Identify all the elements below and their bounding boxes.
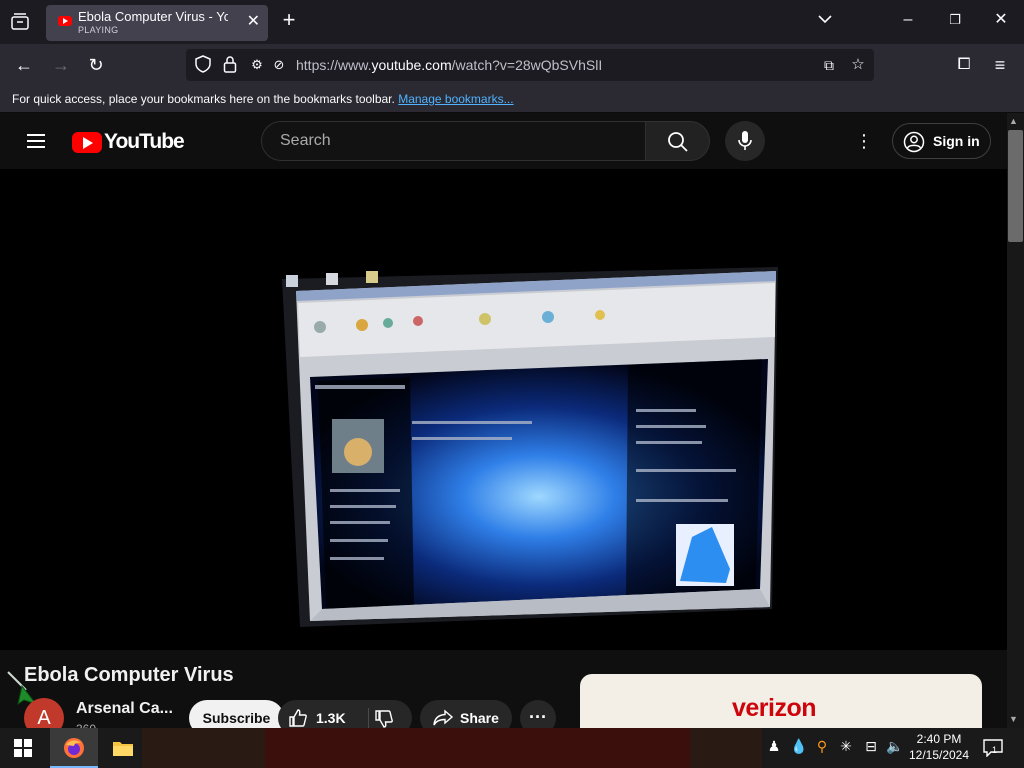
volume-icon[interactable]: 🔈 (885, 738, 905, 755)
clock-time: 2:40 PM (916, 732, 962, 746)
navigation-toolbar: ← → ↻ ⚙ ⊘ https://www.youtube.com/watch?… (0, 44, 1024, 86)
tracking-shield-icon[interactable] (192, 55, 214, 79)
ad-brand-logo: verizon (732, 694, 817, 722)
settings-kebab-icon[interactable]: ⋮ (854, 131, 874, 151)
tray-search-icon[interactable]: ⚲ (812, 738, 832, 755)
voice-search-button[interactable] (725, 121, 765, 161)
close-window-button[interactable]: ✕ (986, 10, 1016, 30)
scrollbar-thumb[interactable] (1008, 130, 1023, 242)
sign-in-label: Sign in (933, 133, 980, 149)
taskbar-wallpaper-center (265, 728, 690, 768)
permissions-icon[interactable]: ⚙ (246, 55, 268, 75)
picture-in-picture-icon[interactable]: ⧉ (818, 55, 840, 75)
tray-droplet-icon[interactable]: 💧 (789, 738, 809, 755)
tray-app-icon[interactable]: ♟ (764, 738, 784, 755)
microphone-icon (738, 131, 752, 150)
forward-arrow-icon[interactable]: → (48, 53, 74, 77)
file-explorer-icon[interactable] (112, 738, 134, 763)
like-separator (368, 708, 369, 728)
clock-date: 12/15/2024 (908, 748, 970, 762)
minimize-button[interactable]: – (893, 10, 923, 30)
taskbar-clock[interactable]: 2:40 PM 12/15/2024 (906, 731, 972, 763)
tab-close-icon[interactable]: ✕ (247, 13, 260, 31)
reload-icon[interactable]: ↻ (83, 53, 109, 77)
sign-in-button[interactable]: Sign in (892, 123, 991, 159)
bookmarks-toolbar: For quick access, place your bookmarks h… (0, 86, 1024, 113)
list-all-tabs-chevron-icon[interactable] (810, 10, 840, 30)
app-menu-icon[interactable]: ≡ (987, 53, 1013, 77)
tab-youtube[interactable]: Ebola Computer Virus - YouTube PLAYING ✕ (46, 5, 268, 41)
tray-snowflake-icon[interactable]: ✳ (836, 738, 856, 755)
search-icon (668, 132, 688, 152)
share-label: Share (460, 710, 499, 726)
browser-tab-strip: Ebola Computer Virus - YouTube PLAYING ✕… (0, 0, 1024, 44)
restore-button[interactable]: ❐ (940, 10, 970, 30)
search-input[interactable] (278, 130, 628, 152)
network-icon[interactable]: ⊟ (861, 738, 881, 755)
new-tab-button[interactable]: + (274, 9, 304, 31)
bookmark-star-icon[interactable]: ☆ (847, 55, 869, 75)
back-arrow-icon[interactable]: ← (11, 53, 37, 77)
youtube-header: YouTube ⋮ Sign in (0, 113, 1007, 169)
tab-overview-icon[interactable] (10, 12, 30, 32)
video-player[interactable] (0, 169, 1007, 650)
start-windows-icon[interactable] (14, 739, 32, 762)
url-text: https://www.youtube.com/watch?v=28wQbSVh… (296, 57, 603, 73)
hamburger-menu-icon[interactable] (27, 134, 45, 148)
thumbs-up-icon (289, 709, 307, 727)
bookmarks-message: For quick access, place your bookmarks h… (12, 92, 514, 106)
channel-name[interactable]: Arsenal Ca... (76, 700, 173, 718)
thumbs-down-icon (375, 710, 393, 728)
like-count: 1.3K (316, 710, 346, 726)
share-arrow-icon (433, 709, 454, 726)
search-box (261, 121, 646, 161)
notification-count: 1 (992, 745, 998, 755)
autoplay-blocked-icon[interactable]: ⊘ (268, 55, 290, 75)
scroll-up-arrow-icon[interactable]: ▲ (1009, 116, 1018, 126)
lock-icon[interactable] (219, 55, 241, 79)
manage-bookmarks-link[interactable]: Manage bookmarks... (398, 92, 513, 106)
address-bar[interactable]: ⚙ ⊘ https://www.youtube.com/watch?v=28wQ… (186, 49, 874, 81)
video-title: Ebola Computer Virus (24, 664, 234, 686)
extensions-icon[interactable]: ⧠ (951, 53, 977, 77)
ad-banner[interactable]: verizon (580, 674, 982, 734)
youtube-logo-icon[interactable] (72, 132, 102, 153)
tab-playing-status: PLAYING (78, 25, 119, 35)
scroll-down-arrow-icon[interactable]: ▼ (1009, 714, 1018, 724)
tab-title: Ebola Computer Virus - YouTube (78, 9, 228, 24)
youtube-favicon-icon (58, 16, 72, 26)
firefox-taskbar-icon[interactable] (50, 728, 98, 768)
youtube-logo-text[interactable]: YouTube (104, 130, 185, 154)
notification-center-icon[interactable]: 1 (983, 739, 1003, 758)
search-button[interactable] (645, 121, 710, 161)
account-circle-icon (903, 131, 925, 153)
video-frame-image (282, 267, 778, 627)
